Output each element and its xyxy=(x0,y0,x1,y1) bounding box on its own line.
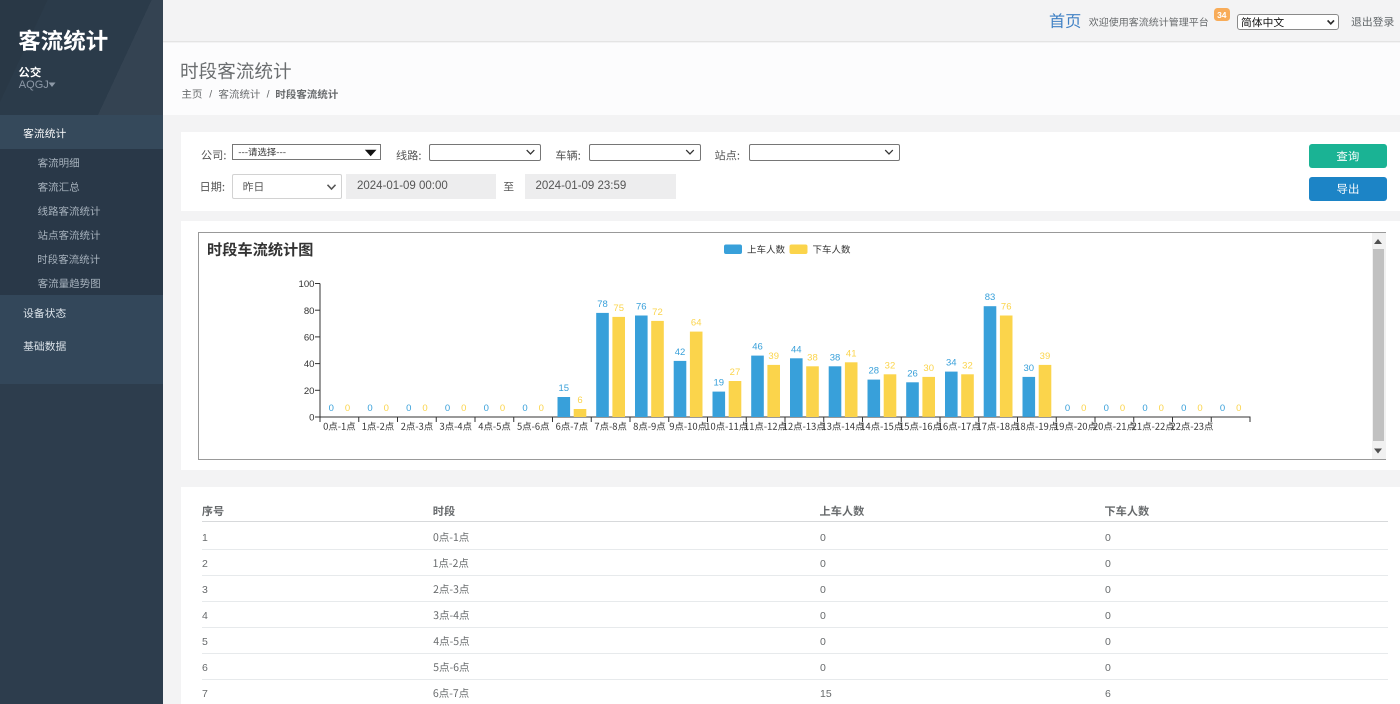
svg-text:0: 0 xyxy=(406,403,411,414)
svg-text:2024-01-09 23:59: 2024-01-09 23:59 xyxy=(536,180,627,192)
svg-text:30: 30 xyxy=(1023,363,1034,374)
svg-text:20: 20 xyxy=(304,386,315,397)
svg-text:64: 64 xyxy=(691,318,702,329)
svg-text:2024-01-09 00:00: 2024-01-09 00:00 xyxy=(357,180,448,192)
svg-text:2: 2 xyxy=(202,558,208,570)
svg-text:0: 0 xyxy=(1105,662,1111,674)
svg-text:0: 0 xyxy=(1220,403,1225,414)
svg-text:0: 0 xyxy=(820,636,826,648)
svg-text:0: 0 xyxy=(1105,532,1111,544)
svg-text:0: 0 xyxy=(522,403,527,414)
svg-text:0: 0 xyxy=(367,403,372,414)
svg-text:6: 6 xyxy=(577,395,582,406)
svg-text:/: / xyxy=(209,89,212,101)
svg-text:0: 0 xyxy=(445,403,450,414)
svg-text:0: 0 xyxy=(500,403,505,414)
svg-text:0: 0 xyxy=(1081,403,1086,414)
svg-text:34: 34 xyxy=(1217,10,1227,20)
svg-text:28: 28 xyxy=(868,366,879,377)
svg-text:0: 0 xyxy=(1105,636,1111,648)
svg-text:41: 41 xyxy=(846,348,857,359)
svg-text:0: 0 xyxy=(422,403,427,414)
svg-text:26: 26 xyxy=(907,368,918,379)
svg-text:0: 0 xyxy=(1105,584,1111,596)
svg-text:0: 0 xyxy=(345,403,350,414)
svg-text:60: 60 xyxy=(304,333,315,344)
svg-text:0: 0 xyxy=(1105,558,1111,570)
svg-text:3: 3 xyxy=(202,584,208,596)
svg-text:39: 39 xyxy=(1040,351,1051,362)
svg-text:4: 4 xyxy=(202,610,208,622)
svg-text:0: 0 xyxy=(1104,403,1109,414)
svg-text:0: 0 xyxy=(820,662,826,674)
svg-text:0: 0 xyxy=(461,403,466,414)
svg-text:76: 76 xyxy=(636,302,647,313)
svg-text:38: 38 xyxy=(807,352,818,363)
svg-text:100: 100 xyxy=(298,279,314,290)
svg-text:76: 76 xyxy=(1001,302,1012,313)
svg-text:15: 15 xyxy=(558,383,569,394)
svg-text:AQGJ: AQGJ xyxy=(19,79,49,91)
svg-text:0: 0 xyxy=(1197,403,1202,414)
svg-text:0: 0 xyxy=(820,558,826,570)
svg-text:46: 46 xyxy=(752,342,763,353)
svg-text:0: 0 xyxy=(820,584,826,596)
svg-text:1: 1 xyxy=(202,532,208,544)
svg-text:40: 40 xyxy=(304,359,315,370)
svg-text:80: 80 xyxy=(304,306,315,317)
svg-text:34: 34 xyxy=(946,358,957,369)
svg-text:44: 44 xyxy=(791,344,802,355)
svg-text:0: 0 xyxy=(1142,403,1147,414)
svg-text:/: / xyxy=(267,89,270,101)
svg-text:0: 0 xyxy=(820,532,826,544)
svg-text:0: 0 xyxy=(1120,403,1125,414)
svg-text:32: 32 xyxy=(885,360,896,371)
svg-text:6: 6 xyxy=(202,662,208,674)
svg-text:32: 32 xyxy=(962,360,973,371)
svg-text:0: 0 xyxy=(1181,403,1186,414)
svg-text:6: 6 xyxy=(1105,688,1111,700)
svg-text:0: 0 xyxy=(1159,403,1164,414)
svg-text:0: 0 xyxy=(1105,610,1111,622)
svg-text:0: 0 xyxy=(309,413,314,424)
svg-text:19: 19 xyxy=(713,378,724,389)
svg-text:78: 78 xyxy=(597,299,608,310)
svg-text:0: 0 xyxy=(384,403,389,414)
svg-text:5: 5 xyxy=(202,636,208,648)
svg-text:83: 83 xyxy=(985,292,996,303)
svg-text:42: 42 xyxy=(675,347,686,358)
svg-text:38: 38 xyxy=(830,352,841,363)
svg-text:75: 75 xyxy=(613,303,624,314)
svg-text:30: 30 xyxy=(923,363,934,374)
svg-text:7: 7 xyxy=(202,688,208,700)
svg-text:27: 27 xyxy=(730,367,741,378)
svg-text:0: 0 xyxy=(1236,403,1241,414)
svg-text:0: 0 xyxy=(1065,403,1070,414)
svg-text:39: 39 xyxy=(768,351,779,362)
svg-text:15: 15 xyxy=(820,688,832,700)
svg-text:0: 0 xyxy=(484,403,489,414)
svg-text:72: 72 xyxy=(652,307,663,318)
svg-text:0: 0 xyxy=(820,610,826,622)
svg-text:0: 0 xyxy=(539,403,544,414)
svg-text:0: 0 xyxy=(329,403,334,414)
